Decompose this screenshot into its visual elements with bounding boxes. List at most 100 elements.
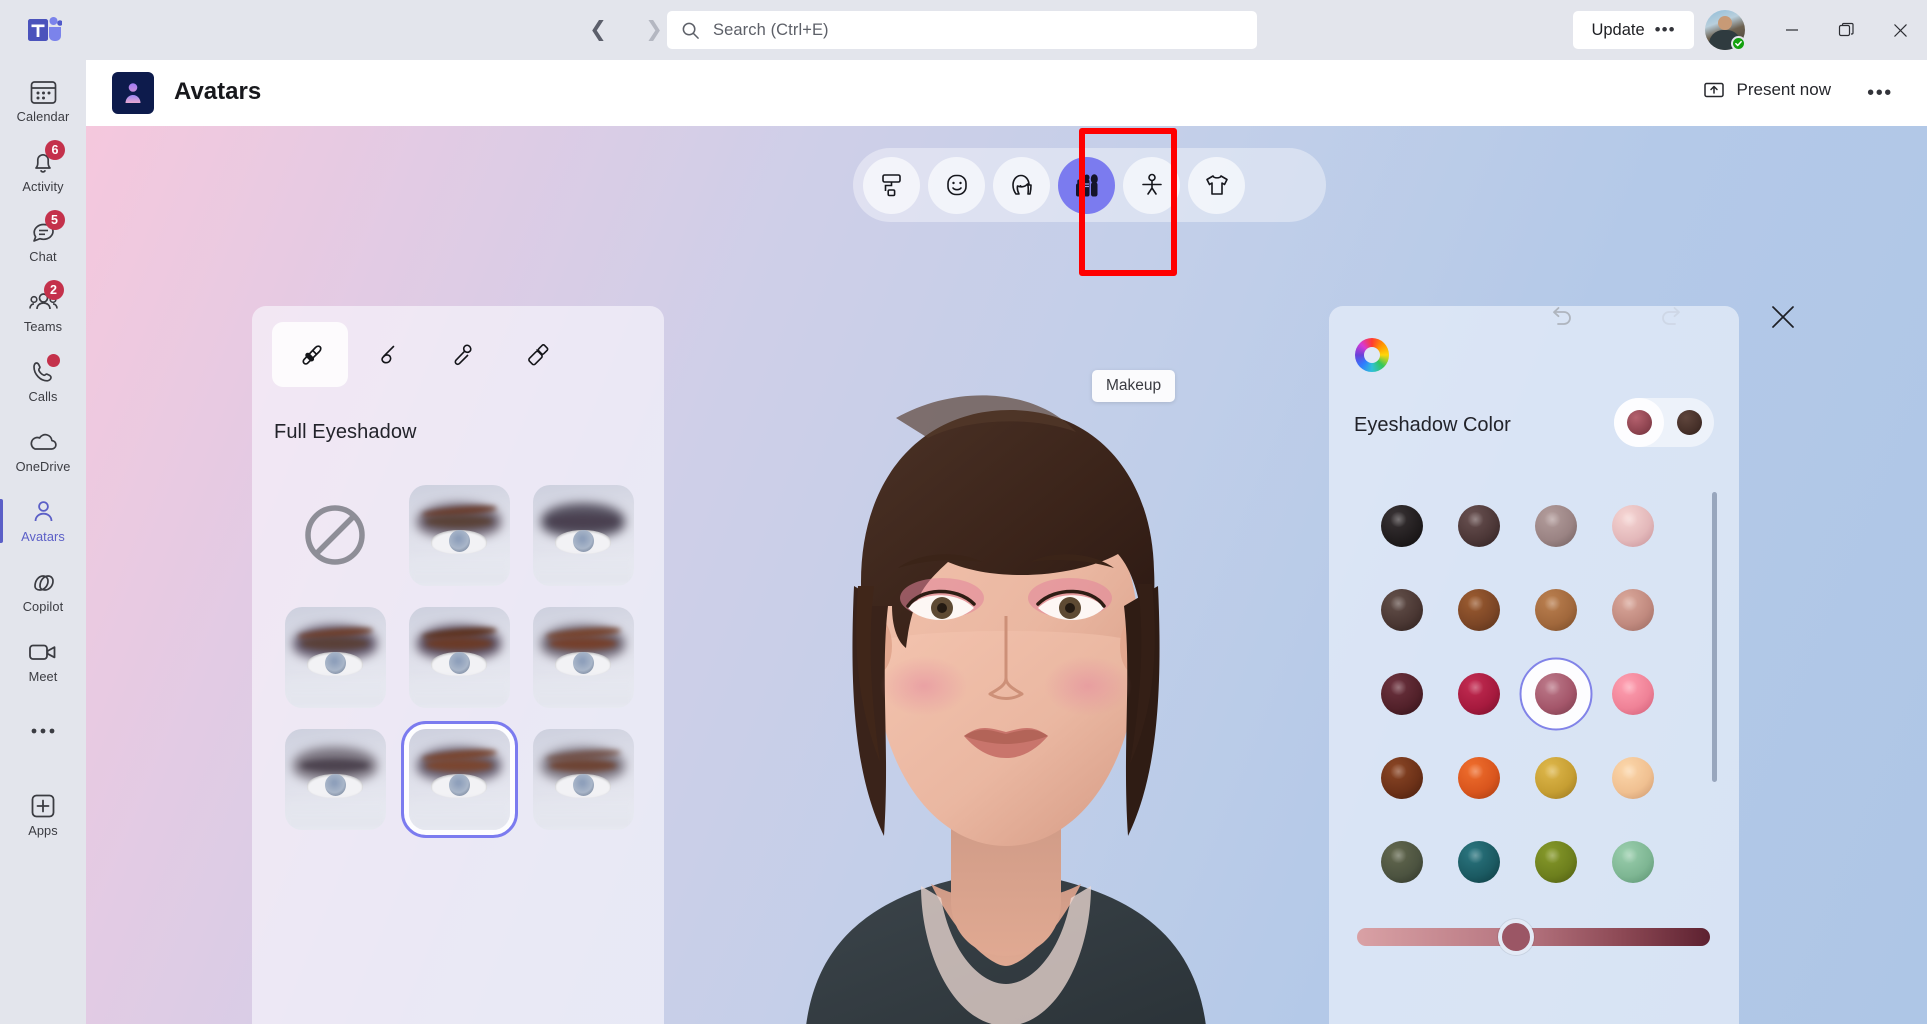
present-now-button[interactable]: Present now xyxy=(1703,80,1832,100)
subtab-eyeshadow[interactable] xyxy=(272,322,348,387)
subtab-blush[interactable] xyxy=(424,322,500,387)
update-more-icon[interactable]: ••• xyxy=(1655,26,1676,34)
thumb-eyeshadow-6[interactable] xyxy=(273,718,397,840)
sidebar-item-calendar[interactable]: Calendar xyxy=(0,66,86,136)
swatch-12[interactable] xyxy=(1363,736,1440,820)
intensity-slider[interactable] xyxy=(1357,928,1710,946)
sidebar-item-onedrive[interactable]: OneDrive xyxy=(0,416,86,486)
thumb-eyeshadow-1[interactable] xyxy=(397,474,521,596)
maximize-button[interactable] xyxy=(1819,0,1873,60)
category-makeup-button[interactable] xyxy=(1058,157,1115,214)
swatch-0[interactable] xyxy=(1363,484,1440,568)
subtab-eyeliner[interactable] xyxy=(348,322,424,387)
swatch-6[interactable] xyxy=(1517,568,1594,652)
sidebar-item-copilot[interactable]: Copilot xyxy=(0,556,86,626)
apps-plus-icon xyxy=(30,792,56,820)
thumb-eyeshadow-8[interactable] xyxy=(521,718,645,840)
sidebar-item-avatars[interactable]: Avatars xyxy=(0,486,86,556)
cloud-icon xyxy=(28,428,58,456)
presence-available-icon xyxy=(1731,36,1746,51)
swatch-16[interactable] xyxy=(1363,820,1440,904)
makeup-tooltip: Makeup xyxy=(1092,370,1175,402)
eyeshadow-thumb-grid xyxy=(273,474,645,840)
category-hair-button[interactable] xyxy=(993,157,1050,214)
swatch-17[interactable] xyxy=(1440,820,1517,904)
swatch-1[interactable] xyxy=(1440,484,1517,568)
tshirt-icon xyxy=(1204,172,1230,198)
sidebar-label-activity: Activity xyxy=(22,179,63,194)
intensity-slider-knob[interactable] xyxy=(1498,919,1534,955)
sidebar-label-avatars: Avatars xyxy=(21,529,65,544)
category-clothing-button[interactable] xyxy=(1188,157,1245,214)
search-input[interactable]: Search (Ctrl+E) xyxy=(667,11,1257,49)
update-button[interactable]: Update ••• xyxy=(1573,11,1694,49)
none-slash-icon xyxy=(304,504,366,566)
avatar-head xyxy=(1718,16,1732,30)
person-icon xyxy=(31,498,56,526)
swatch-19[interactable] xyxy=(1594,820,1671,904)
avatars-app-icon xyxy=(112,72,154,114)
thumb-eyeshadow-7[interactable] xyxy=(397,718,521,840)
swatch-15[interactable] xyxy=(1594,736,1671,820)
sidebar-item-teams[interactable]: 2 Teams xyxy=(0,276,86,346)
thumb-eyeshadow-5[interactable] xyxy=(521,596,645,718)
eyeliner-pencil-icon xyxy=(371,340,401,370)
sidebar-item-chat[interactable]: 5 Chat xyxy=(0,206,86,276)
swatch-11[interactable] xyxy=(1594,652,1671,736)
swatch-9[interactable] xyxy=(1440,652,1517,736)
color-wheel-icon[interactable] xyxy=(1355,338,1389,372)
sidebar-item-calls[interactable]: Calls xyxy=(0,346,86,416)
thumb-eyeshadow-2[interactable] xyxy=(521,474,645,596)
swatch-5[interactable] xyxy=(1440,568,1517,652)
app-header-more-button[interactable]: ••• xyxy=(1865,80,1895,106)
thumb-none[interactable] xyxy=(273,474,397,596)
swatch-8[interactable] xyxy=(1363,652,1440,736)
sidebar-item-activity[interactable]: 6 Activity xyxy=(0,136,86,206)
swatch-10[interactable] xyxy=(1517,652,1594,736)
category-style-button[interactable] xyxy=(863,157,920,214)
close-icon xyxy=(1770,304,1796,330)
color-swatch-grid xyxy=(1363,484,1671,904)
video-icon xyxy=(28,638,58,666)
body-icon xyxy=(1139,172,1165,198)
category-body-button[interactable] xyxy=(1123,157,1180,214)
sidebar-item-meet[interactable]: Meet xyxy=(0,626,86,696)
primary-color-dot xyxy=(1627,410,1652,435)
minimize-button[interactable] xyxy=(1765,0,1819,60)
sidebar-item-more[interactable] xyxy=(0,696,86,766)
swatch-2[interactable] xyxy=(1517,484,1594,568)
close-button[interactable] xyxy=(1873,0,1927,60)
swatch-3[interactable] xyxy=(1594,484,1671,568)
search-placeholder: Search (Ctrl+E) xyxy=(713,21,829,40)
phone-icon xyxy=(30,358,56,386)
swatch-13[interactable] xyxy=(1440,736,1517,820)
category-toolbar xyxy=(853,148,1326,222)
thumb-eyeshadow-4[interactable] xyxy=(397,596,521,718)
subtab-lipstick[interactable] xyxy=(500,322,576,387)
paint-roller-icon xyxy=(879,172,905,198)
toggle-primary-color[interactable] xyxy=(1614,398,1664,447)
forward-chevron-icon[interactable]: ❯ xyxy=(639,14,669,44)
swatch-4[interactable] xyxy=(1363,568,1440,652)
teams-logo-icon xyxy=(28,14,62,46)
swatch-14[interactable] xyxy=(1517,736,1594,820)
thumb-eyeshadow-3[interactable] xyxy=(273,596,397,718)
bell-icon: 6 xyxy=(30,148,56,176)
swatch-scrollbar[interactable] xyxy=(1712,492,1717,782)
app-header: Avatars Present now ••• xyxy=(86,60,1927,126)
swatch-7[interactable] xyxy=(1594,568,1671,652)
sidebar-item-apps[interactable]: Apps xyxy=(0,780,86,850)
category-face-button[interactable] xyxy=(928,157,985,214)
sidebar-label-calls: Calls xyxy=(29,389,58,404)
sidebar-label-apps: Apps xyxy=(28,823,58,838)
color-layer-toggle xyxy=(1614,398,1714,447)
close-editor-button[interactable] xyxy=(1766,300,1800,334)
secondary-color-dot xyxy=(1677,410,1702,435)
toggle-secondary-color[interactable] xyxy=(1664,398,1714,447)
sidebar-label-chat: Chat xyxy=(29,249,56,264)
lipstick-icon xyxy=(523,340,553,370)
more-icon xyxy=(30,717,56,745)
back-chevron-icon[interactable]: ❮ xyxy=(583,14,613,44)
blush-brush-icon xyxy=(447,340,477,370)
swatch-18[interactable] xyxy=(1517,820,1594,904)
